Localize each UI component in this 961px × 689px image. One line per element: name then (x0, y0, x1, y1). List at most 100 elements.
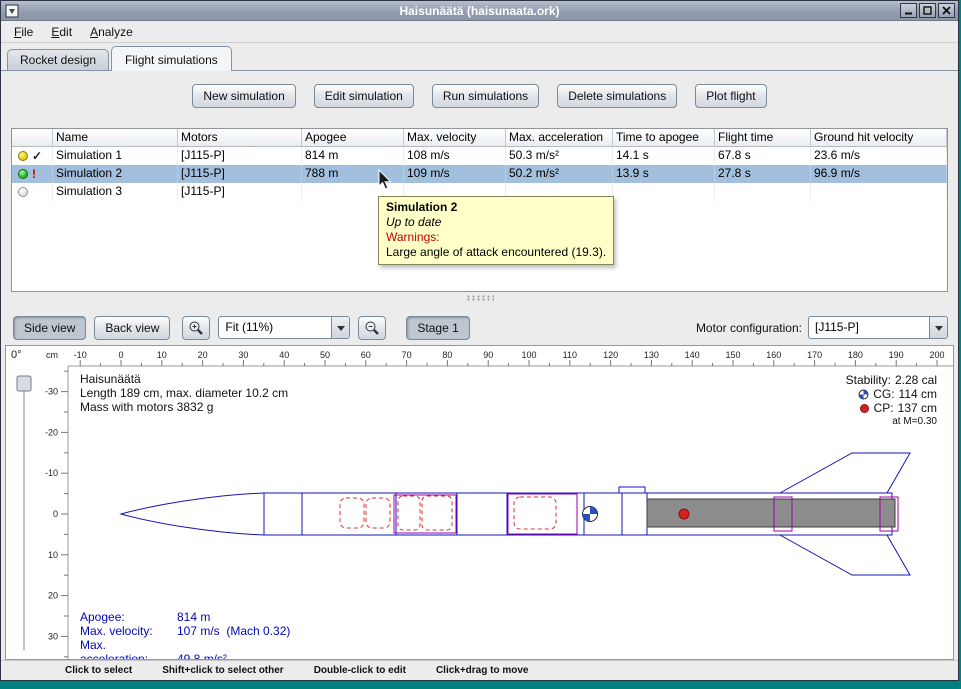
window-icon (5, 4, 19, 18)
zoom-out-button[interactable] (358, 316, 386, 340)
magnifier-minus-icon (364, 320, 380, 336)
horizontal-splitter[interactable] (1, 293, 958, 303)
flight-info-label: Max. velocity: (80, 624, 177, 638)
delete-simulations-button[interactable]: Delete simulations (557, 84, 677, 108)
chevron-down-icon (929, 317, 947, 338)
close-button[interactable] (938, 3, 955, 18)
table-cell: 13.9 s (613, 165, 715, 183)
status-green-ball-icon (18, 169, 28, 179)
back-view-button[interactable]: Back view (94, 316, 170, 340)
window-title: Haisunäätä (haisunaata.ork) (1, 4, 958, 18)
cg-label: CG: (873, 387, 894, 401)
tab-label: Rocket design (20, 53, 96, 67)
cg-legend-icon (858, 389, 869, 400)
rotation-slider-thumb[interactable] (17, 376, 31, 391)
column-header-max-acceleration[interactable]: Max. acceleration (506, 129, 613, 147)
svg-text:90: 90 (483, 350, 493, 360)
tooltip-title: Simulation 2 (386, 200, 606, 215)
svg-text:-10: -10 (45, 468, 58, 478)
table-cell: 109 m/s (404, 165, 506, 183)
flight-info-value: 49.8 m/s² (177, 652, 227, 660)
status-hint: Shift+click to select other (162, 665, 283, 676)
rocket-diagram[interactable] (121, 453, 910, 575)
motor-config-value: [J115-P] (809, 317, 929, 338)
stability-info: Stability: 2.28 cal CG: 114 cm CP: 137 c… (846, 373, 937, 429)
check-icon: ✓ (32, 151, 42, 161)
flight-summary: Apogee:814 mMax. velocity:107 m/s (Mach … (80, 610, 290, 660)
svg-text:160: 160 (766, 350, 781, 360)
svg-text:130: 130 (644, 350, 659, 360)
window-titlebar[interactable]: Haisunäätä (haisunaata.ork) (1, 1, 958, 21)
column-header-max-velocity[interactable]: Max. velocity (404, 129, 506, 147)
minimize-button[interactable] (900, 3, 917, 18)
cp-legend-icon (859, 403, 870, 414)
tab-rocket-design[interactable]: Rocket design (7, 49, 109, 70)
zoom-select[interactable]: Fit (11%) (218, 316, 350, 339)
edit-simulation-button[interactable]: Edit simulation (314, 84, 414, 108)
svg-text:30: 30 (48, 631, 58, 641)
table-cell: Simulation 1 (53, 147, 178, 165)
svg-text:70: 70 (402, 350, 412, 360)
table-cell: 14.1 s (613, 147, 715, 165)
plot-flight-button[interactable]: Plot flight (695, 84, 766, 108)
status-cell (12, 183, 53, 201)
zoom-in-button[interactable] (182, 316, 210, 340)
magnifier-plus-icon (188, 320, 204, 336)
table-cell: [J115-P] (178, 165, 302, 183)
new-simulation-button[interactable]: New simulation (192, 84, 295, 108)
run-simulations-button[interactable]: Run simulations (432, 84, 539, 108)
status-cell: ✓ (12, 147, 53, 165)
table-cell (715, 183, 811, 201)
cg-value: 114 cm (899, 387, 937, 401)
column-header-time-to-apogee[interactable]: Time to apogee (613, 129, 715, 147)
maximize-button[interactable] (919, 3, 936, 18)
rocket-info-line: Length 189 cm, max. diameter 10.2 cm (80, 386, 288, 400)
column-header-apogee[interactable]: Apogee (302, 129, 404, 147)
menu-item-edit[interactable]: Edit (42, 22, 81, 42)
rocket-info-line: Haisunäätä (80, 372, 288, 386)
table-cell: [J115-P] (178, 147, 302, 165)
table-cell (811, 183, 947, 201)
column-header-motors[interactable]: Motors (178, 129, 302, 147)
svg-text:190: 190 (889, 350, 904, 360)
column-header-flight-time[interactable]: Flight time (715, 129, 811, 147)
side-view-button[interactable]: Side view (13, 316, 86, 340)
table-cell: 50.3 m/s² (506, 147, 613, 165)
table-row[interactable]: ✓ Simulation 1[J115-P]814 m108 m/s50.3 m/… (12, 147, 947, 165)
svg-text:150: 150 (725, 350, 740, 360)
table-cell: 96.9 m/s (811, 165, 947, 183)
table-cell: 23.6 m/s (811, 147, 947, 165)
column-header-status[interactable] (12, 129, 53, 147)
table-cell: 108 m/s (404, 147, 506, 165)
tab-flight-simulations[interactable]: Flight simulations (111, 46, 232, 71)
svg-text:60: 60 (361, 350, 371, 360)
status-gray-ball-icon (18, 187, 28, 197)
svg-text:0: 0 (53, 509, 58, 519)
application-window: Haisunäätä (haisunaata.ork) FileEditAnal… (0, 0, 959, 681)
column-header-name[interactable]: Name (53, 129, 178, 147)
status-hint: Click to select (65, 665, 132, 676)
recovery-device-shapes (340, 496, 556, 530)
svg-text:200: 200 (929, 350, 944, 360)
rocket-view: -100102030405060708090100110120130140150… (5, 345, 954, 660)
motor-config-select[interactable]: [J115-P] (808, 316, 948, 339)
svg-text:120: 120 (603, 350, 618, 360)
menu-item-analyze[interactable]: Analyze (81, 22, 142, 42)
table-cell: 814 m (302, 147, 404, 165)
table-cell: [J115-P] (178, 183, 302, 201)
chevron-down-icon (331, 317, 349, 338)
column-header-ground-hit-velocity[interactable]: Ground hit velocity (811, 129, 947, 147)
warning-icon: ! (32, 169, 36, 179)
table-cell (613, 183, 715, 201)
menu-item-file[interactable]: File (5, 22, 42, 42)
svg-text:10: 10 (157, 350, 167, 360)
view-toolbar: Side view Back view Fit (11%) Stage 1 Mo… (1, 303, 958, 345)
flight-info-label: Apogee: (80, 610, 177, 624)
cp-marker-icon (679, 509, 689, 519)
rotation-slider[interactable] (17, 376, 31, 650)
flight-info-value: 107 m/s (Mach 0.32) (177, 624, 290, 638)
table-row[interactable]: !Simulation 2[J115-P]788 m109 m/s50.2 m/… (12, 165, 947, 183)
table-cell: 27.8 s (715, 165, 811, 183)
svg-text:0: 0 (118, 350, 123, 360)
stage-1-toggle[interactable]: Stage 1 (406, 316, 469, 340)
